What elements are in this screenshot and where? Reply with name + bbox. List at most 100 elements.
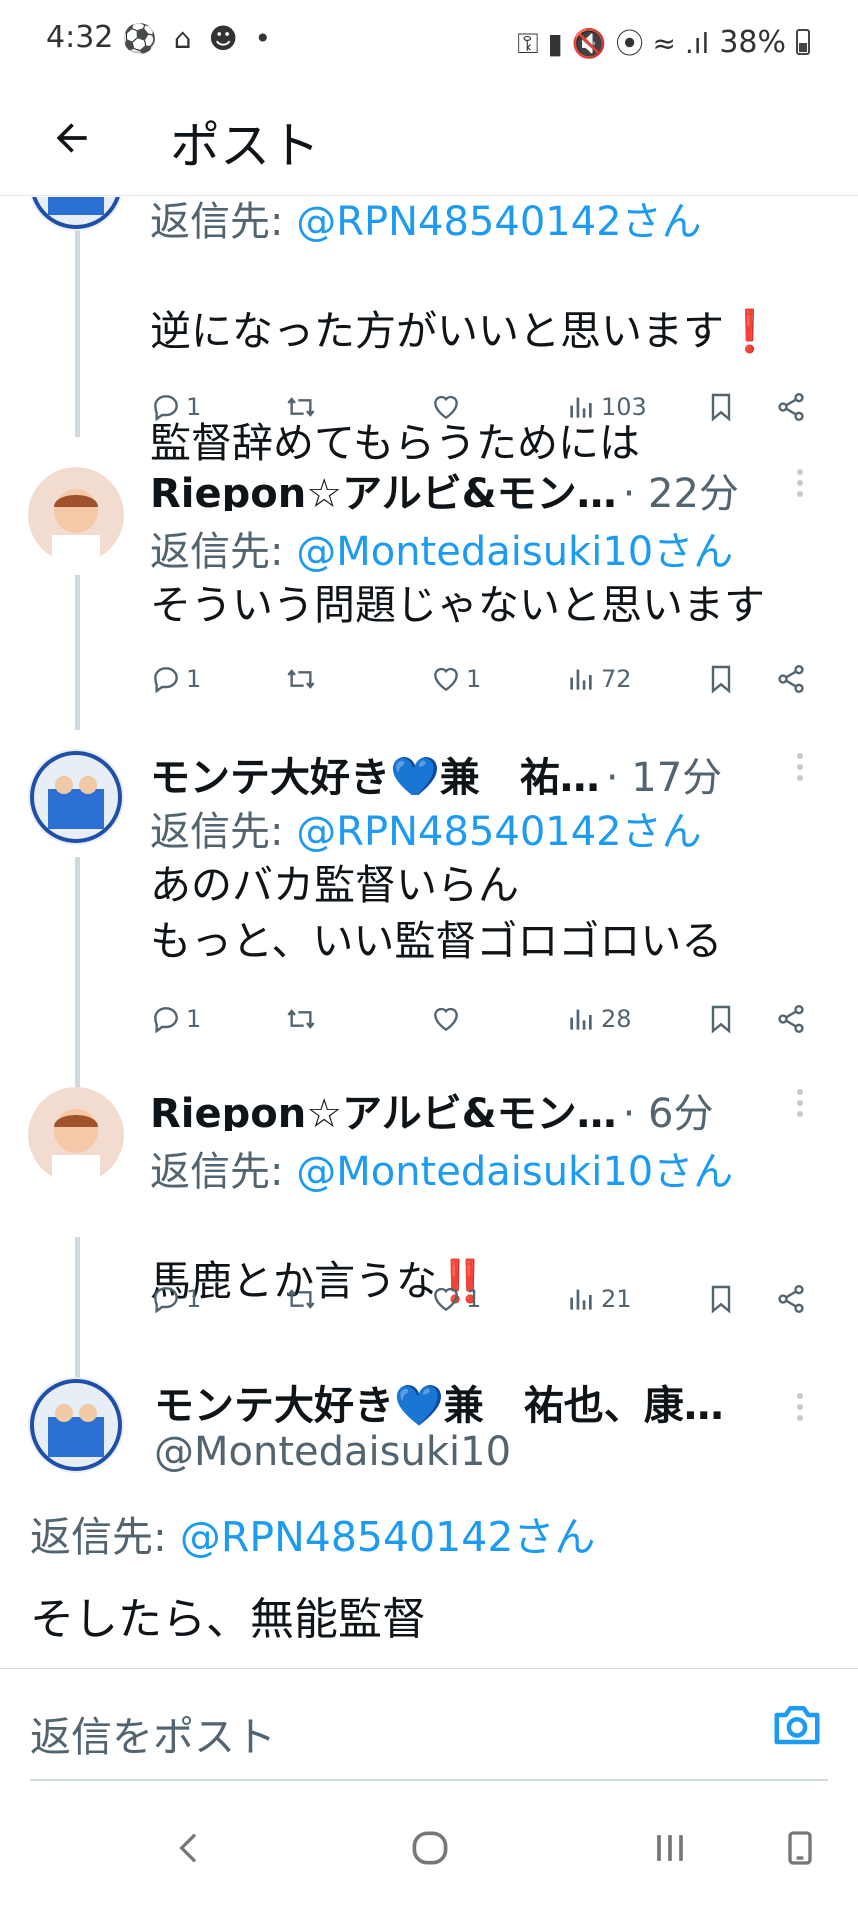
recents-icon xyxy=(657,1835,683,1861)
reply-post[interactable]: モンテ大好き💙兼 祐… · 17分 返信先: @RPN48540142さん あの… xyxy=(0,749,858,1089)
home-circle-icon xyxy=(412,1831,448,1865)
more-options-button[interactable] xyxy=(782,1387,818,1427)
heart-icon xyxy=(434,1287,458,1312)
post-time[interactable]: · 17分 xyxy=(606,745,722,795)
reply-icon xyxy=(154,1007,178,1034)
bookmark-icon xyxy=(711,665,731,694)
reply-to-label: 返信先: @RPN48540142さん xyxy=(150,199,702,245)
action-bar: 1 1 72 xyxy=(150,657,820,701)
more-options-button[interactable] xyxy=(782,463,818,503)
reply-button[interactable]: 1 xyxy=(150,997,201,1041)
focused-post[interactable]: モンテ大好き💙兼 祐也、康… @Montedaisuki10 返信先: @RPN… xyxy=(0,1377,858,1667)
share-button[interactable] xyxy=(775,385,807,429)
status-bar: 4:32 ⚽ ⌂ ☻ • ⚿ ▮ 🔇 ⦿ ≈ .ıl 38% xyxy=(0,0,858,80)
views-button[interactable]: 72 xyxy=(565,657,632,701)
post-text: あのバカ監督いらん もっと、いい監督ゴロゴロいる xyxy=(150,861,723,965)
repost-icon xyxy=(287,1289,315,1309)
reply-button[interactable]: 1 xyxy=(150,1277,201,1321)
share-icon xyxy=(778,393,804,421)
like-button[interactable] xyxy=(430,997,466,1041)
phone-icon xyxy=(788,1831,812,1865)
nav-extra-button[interactable] xyxy=(770,1818,830,1878)
battery-percent: 38% xyxy=(719,24,786,60)
more-options-button[interactable] xyxy=(782,747,818,787)
bookmark-button[interactable] xyxy=(705,997,737,1041)
reply-to-label: 返信先: @RPN48540142さん xyxy=(30,1513,596,1561)
reply-button[interactable]: 1 xyxy=(150,657,201,701)
avatar[interactable] xyxy=(28,749,124,845)
repost-button[interactable] xyxy=(285,657,321,701)
mention-link[interactable]: @Montedaisuki10さん xyxy=(296,1149,733,1195)
avatar[interactable] xyxy=(28,467,124,563)
more-options-button[interactable] xyxy=(782,1083,818,1123)
mention-link[interactable]: @RPN48540142さん xyxy=(180,1513,596,1561)
system-nav-bar xyxy=(0,1790,858,1906)
bookmark-icon xyxy=(711,1285,731,1314)
reply-button[interactable]: 1 xyxy=(150,385,201,429)
views-button[interactable]: 28 xyxy=(565,997,632,1041)
user-handle[interactable]: @Montedaisuki10 xyxy=(154,1429,511,1475)
views-button[interactable]: 103 xyxy=(565,385,647,429)
reply-to-label: 返信先: @RPN48540142さん xyxy=(150,809,702,855)
heart-icon xyxy=(434,395,458,420)
thread[interactable]: 返信先: @RPN48540142さん 逆になった方がいいと思います❗ 監督辞め… xyxy=(0,197,858,1667)
share-icon xyxy=(778,665,804,693)
reply-post[interactable]: 返信先: @RPN48540142さん 逆になった方がいいと思います❗ 監督辞め… xyxy=(0,197,858,467)
mention-link[interactable]: @RPN48540142さん xyxy=(296,199,701,245)
bar-chart-icon xyxy=(570,1289,592,1310)
page-title: ポスト xyxy=(170,117,320,175)
display-name[interactable]: モンテ大好き💙兼 祐也、康… xyxy=(154,1373,724,1431)
avatar[interactable] xyxy=(28,1087,124,1183)
views-button[interactable]: 21 xyxy=(565,1277,632,1321)
divider xyxy=(30,1779,828,1781)
reply-post[interactable]: Riepon☆アルビ&モン… · 22分 返信先: @Montedaisuki1… xyxy=(0,467,858,722)
reply-icon xyxy=(154,1287,178,1314)
share-button[interactable] xyxy=(775,657,807,701)
repost-button[interactable] xyxy=(285,385,321,429)
bookmark-button[interactable] xyxy=(705,1277,737,1321)
bookmark-button[interactable] xyxy=(705,657,737,701)
action-bar: 1 103 xyxy=(150,385,820,429)
heart-icon xyxy=(434,667,458,692)
post-header: Riepon☆アルビ&モン… · 6分 xyxy=(150,1081,778,1131)
repost-button[interactable] xyxy=(285,1277,321,1321)
back-button[interactable] xyxy=(40,106,104,170)
nav-back-button[interactable] xyxy=(160,1818,220,1878)
display-name[interactable]: Riepon☆アルビ&モン… xyxy=(150,461,617,511)
bookmark-icon xyxy=(711,1005,731,1034)
post-time[interactable]: · 6分 xyxy=(623,1081,714,1131)
display-name[interactable]: Riepon☆アルビ&モン… xyxy=(150,1081,617,1131)
notification-icons: ⚽ ⌂ ☻ • xyxy=(122,22,276,55)
top-app-bar: ポスト xyxy=(0,80,858,196)
nav-home-button[interactable] xyxy=(400,1818,460,1878)
reply-input[interactable]: 返信をポスト xyxy=(30,1703,276,1763)
like-button[interactable] xyxy=(430,385,466,429)
camera-button[interactable] xyxy=(770,1697,824,1751)
repost-icon xyxy=(287,397,315,417)
share-button[interactable] xyxy=(775,997,807,1041)
like-button[interactable]: 1 xyxy=(430,1277,481,1321)
bar-chart-icon xyxy=(570,1009,592,1030)
bookmark-icon xyxy=(711,393,731,422)
mention-link[interactable]: @RPN48540142さん xyxy=(296,809,701,855)
avatar[interactable] xyxy=(28,1377,124,1473)
post-time[interactable]: · 22分 xyxy=(623,461,739,511)
reply-icon xyxy=(154,667,178,694)
post-header: Riepon☆アルビ&モン… · 22分 xyxy=(150,461,778,511)
share-button[interactable] xyxy=(775,1277,807,1321)
repost-button[interactable] xyxy=(285,997,321,1041)
heart-icon xyxy=(434,1007,458,1032)
action-bar: 1 1 21 xyxy=(150,1277,820,1321)
avatar[interactable] xyxy=(28,197,124,231)
post-header: モンテ大好き💙兼 祐… · 17分 xyxy=(150,745,778,795)
display-name[interactable]: モンテ大好き💙兼 祐… xyxy=(150,745,600,795)
status-time: 4:32 xyxy=(46,20,114,55)
bar-chart-icon xyxy=(570,397,592,418)
battery-icon xyxy=(796,29,810,55)
bookmark-button[interactable] xyxy=(705,385,737,429)
mention-link[interactable]: @Montedaisuki10さん xyxy=(296,529,733,575)
like-button[interactable]: 1 xyxy=(430,657,481,701)
reply-post[interactable]: Riepon☆アルビ&モン… · 6分 返信先: @Montedaisuki10… xyxy=(0,1087,858,1347)
post-text: そしたら、無能監督 xyxy=(30,1594,426,1645)
nav-recents-button[interactable] xyxy=(640,1818,700,1878)
